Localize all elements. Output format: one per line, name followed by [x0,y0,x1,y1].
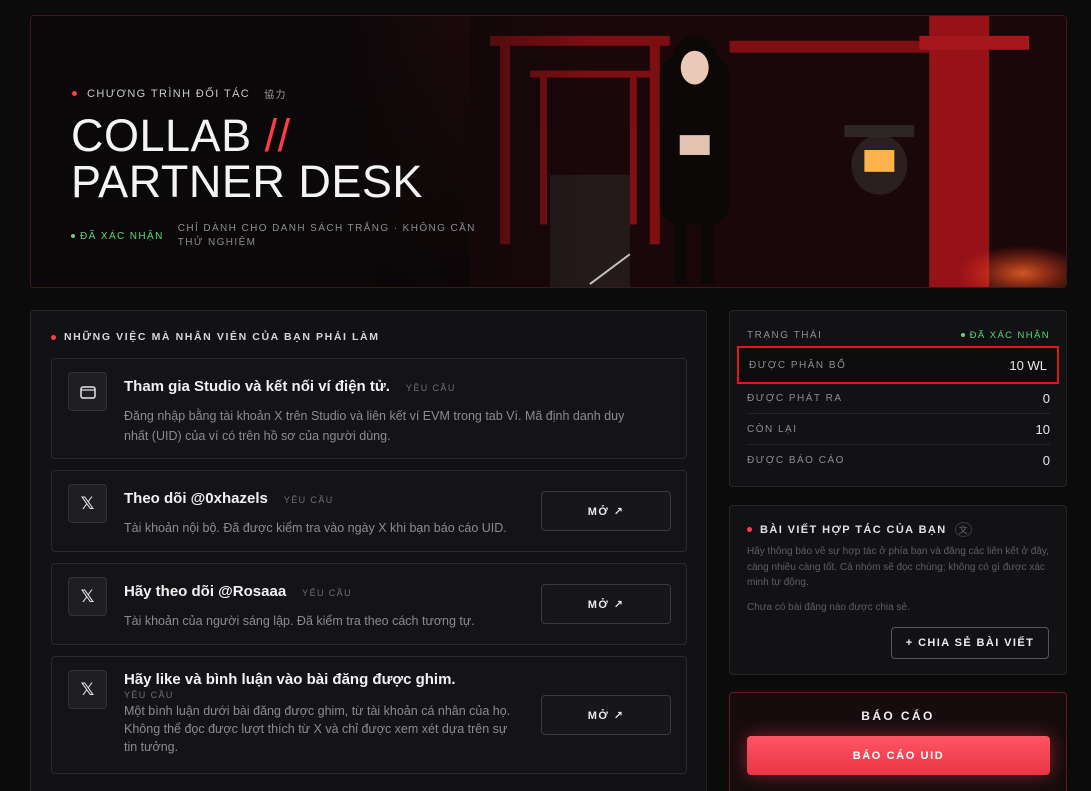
status-panel: TRẠNG THÁI ĐÃ XÁC NHẬN ĐƯỢC PHÂN BỔ 10 W… [729,310,1067,487]
status-row-allocated: ĐƯỢC PHÂN BỔ 10 WL [737,346,1059,384]
task-description: Tài khoản của người sáng lập. Đã kiểm tr… [124,611,475,631]
red-dot-icon [51,334,56,340]
task-card-like-comment: 𝕏 Hãy like và bình luận vào bài đăng đượ… [51,656,687,774]
hero-meta: ĐÃ XÁC NHẬN CHỈ DÀNH CHO DANH SÁCH TRẮNG… [71,222,498,250]
status-verified-badge: ĐÃ XÁC NHẬN [960,329,1050,341]
task-card-join-studio: Tham gia Studio và kết nối ví điện tử. YÊ… [51,358,687,459]
status-value: ĐÃ XÁC NHẬN [969,329,1050,341]
status-label: ĐƯỢC PHÂN BỔ [749,359,847,371]
posts-header-text: BÀI VIẾT HỢP TÁC CỦA BẠN [760,523,947,536]
red-dot-icon [747,527,752,532]
task-desc-line: Tài khoản của người sáng lập. Đã kiểm tr… [124,614,475,628]
task-desc-line: tin tưởng. [124,740,179,754]
page-title: COLLAB // PARTNER DESK [71,113,423,205]
task-title-text: Tham gia Studio và kết nối ví điện tử. [124,378,390,395]
report-title: BÁO CÁO [861,709,935,723]
verified-badge: ĐÃ XÁC NHẬN [71,222,164,250]
tasks-header-text: NHỮNG VIỆC MÀ NHÂN VIÊN CỦA BẠN PHẢI LÀM [64,331,380,343]
wallet-icon [68,372,107,411]
status-label: TRẠNG THÁI [747,329,823,341]
green-dot-icon [71,234,75,238]
green-dot-icon [960,333,965,337]
report-panel: BÁO CÁO BÁO CÁO UID [729,692,1067,791]
report-uid-button[interactable]: BÁO CÁO UID [747,736,1050,775]
red-dot-icon [72,91,77,96]
hero-banner: CHƯƠNG TRÌNH ĐỐI TÁC 協力 COLLAB // PARTNE… [30,15,1067,288]
status-label: ĐƯỢC BÁO CÁO [747,455,845,466]
required-badge: YÊU CẦU [405,383,456,393]
page: CHƯƠNG TRÌNH ĐỐI TÁC 協力 COLLAB // PARTNE… [0,0,1091,791]
status-value: 0 [1042,390,1050,406]
task-description: Tài khoản nội bộ. Đã được kiểm tra vào n… [124,518,507,538]
open-button[interactable]: MỞ ↗ [541,491,671,531]
verified-text: ĐÃ XÁC NHẬN [80,230,164,242]
x-logo-icon: 𝕏 [68,670,107,709]
task-desc-line: Tài khoản nội bộ. Đã được kiểm tra vào n… [124,521,507,535]
eyebrow-text: CHƯƠNG TRÌNH ĐỐI TÁC [87,87,251,100]
share-post-button[interactable]: + CHIA SẺ BÀI VIẾT [891,627,1049,659]
tasks-panel: NHỮNG VIỆC MÀ NHÂN VIÊN CỦA BẠN PHẢI LÀM… [30,310,707,791]
eyebrow-kanji: 協力 [264,90,287,101]
open-button[interactable]: MỞ ↗ [541,695,671,735]
status-label: CÒN LẠI [747,423,798,435]
posts-description: Hãy thông báo về sự hợp tác ở phía bạn v… [747,546,1049,588]
task-desc-line: Không thể đọc được lượt thích từ X và ch… [124,722,508,736]
posts-kanji: 文 [954,522,972,537]
posts-header: BÀI VIẾT HỢP TÁC CỦA BẠN 文 [747,522,972,537]
status-label: ĐƯỢC PHÁT RA [747,392,843,404]
task-title-text: Theo dõi @0xhazels [124,490,268,507]
task-title: Tham gia Studio và kết nối ví điện tử. YÊ… [124,378,456,395]
task-title: Theo dõi @0xhazels YÊU CẦU [124,490,334,507]
status-value: 10 [1035,421,1050,437]
required-badge: YÊU CẦU [283,495,334,505]
status-row-reported: ĐƯỢC BÁO CÁO 0 [747,445,1050,476]
status-value: 0 [1042,453,1050,468]
open-button[interactable]: MỞ ↗ [541,584,671,624]
collab-posts-panel: BÀI VIẾT HỢP TÁC CỦA BẠN 文 Hãy thông báo… [729,505,1067,675]
status-row-issued: ĐƯỢC PHÁT RA 0 [747,383,1050,414]
required-badge: YÊU CẦU [302,588,352,598]
posts-empty-state: Chưa có bài đăng nào được chia sẻ. [747,602,910,613]
task-card-follow-0xhazels: 𝕏 Theo dõi @0xhazels YÊU CẦU Tài khoản nộ… [51,470,687,552]
task-description: Đăng nhập bằng tài khoản X trên Studio v… [124,406,624,446]
task-card-follow-rosaaa: 𝕏 Hãy theo dõi @Rosaaa YÊU CẦU Tài khoản … [51,563,687,645]
title-slash: // [264,110,291,161]
status-row-remaining: CÒN LẠI 10 [747,414,1050,445]
title-line1: COLLAB [71,110,252,161]
required-badge: YÊU CẦU [124,690,174,700]
tasks-header: NHỮNG VIỆC MÀ NHÂN VIÊN CỦA BẠN PHẢI LÀM [51,331,380,343]
hero-note: CHỈ DÀNH CHO DANH SÁCH TRẮNG · KHÔNG CẦN… [177,223,476,248]
task-title-text: Hãy theo dõi @Rosaaa [124,583,287,600]
task-desc-line: nhất (UID) của ví có trên hồ sơ của ngườ… [124,429,391,443]
x-logo-icon: 𝕏 [68,484,107,523]
task-desc-line: Một bình luận dưới bài đăng được ghim, t… [124,704,511,718]
title-line2: PARTNER DESK [71,156,423,207]
status-value: 10 WL [1009,357,1047,373]
hero-eyebrow: CHƯƠNG TRÌNH ĐỐI TÁC 協力 [72,86,287,101]
x-logo-icon: 𝕏 [68,577,107,616]
task-title: Hãy like và bình luận vào bài đăng được … [124,671,456,688]
task-description: Một bình luận dưới bài đăng được ghim, t… [124,702,510,756]
task-desc-line: Đăng nhập bằng tài khoản X trên Studio v… [124,409,625,423]
task-title: Hãy theo dõi @Rosaaa YÊU CẦU [124,583,352,600]
